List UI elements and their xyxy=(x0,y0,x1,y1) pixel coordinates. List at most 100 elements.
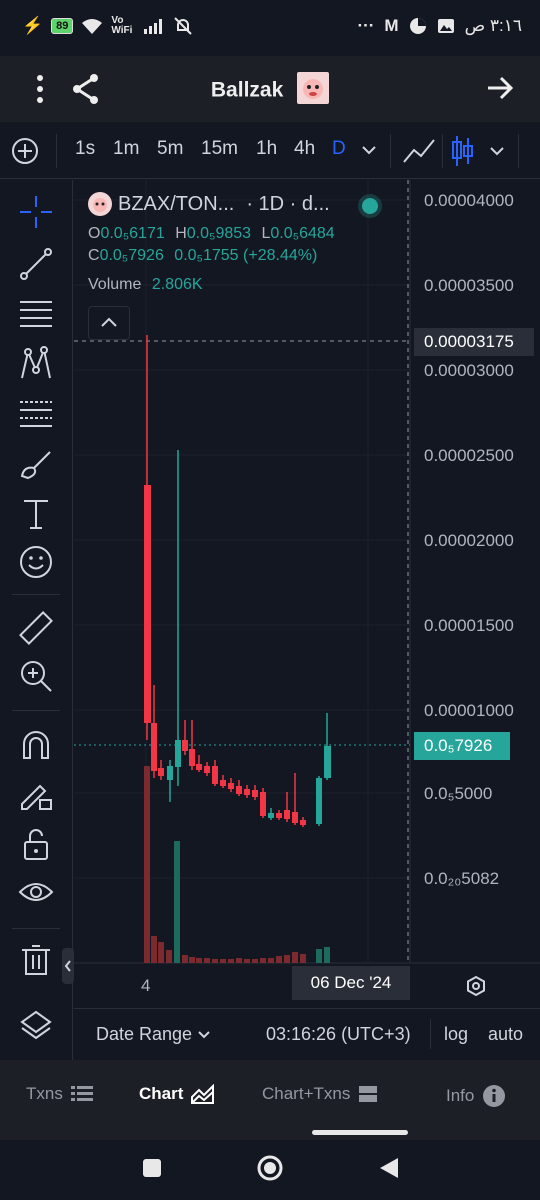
volume-bar xyxy=(182,955,188,963)
log-toggle[interactable]: log xyxy=(444,1024,468,1045)
lock-drawing-icon[interactable] xyxy=(18,776,54,812)
chart-settings-icon[interactable] xyxy=(464,974,488,998)
gesture-handle xyxy=(312,1130,408,1135)
forward-arrow-icon[interactable] xyxy=(486,76,514,100)
brush-icon[interactable] xyxy=(18,446,54,482)
chevron-down-icon[interactable] xyxy=(361,144,377,156)
candle xyxy=(252,790,258,797)
volume-bar xyxy=(204,958,210,963)
candle xyxy=(175,740,181,767)
trash-icon[interactable] xyxy=(18,942,54,978)
status-bar: ⚡ 89 Vo WiFi ··· M ٣:١٦ ص xyxy=(0,0,540,56)
list-icon xyxy=(70,1086,93,1101)
vowifi-label: Vo WiFi xyxy=(111,15,133,36)
chart-area[interactable]: BZAX/TON... · 1D · d... O0.0₅6171 H0.0₅9… xyxy=(74,180,540,1060)
photos-icon xyxy=(437,19,454,33)
trend-line-icon[interactable] xyxy=(18,246,54,282)
crosshair-icon[interactable] xyxy=(18,194,54,230)
zoom-in-icon[interactable] xyxy=(18,658,54,694)
price-tick: 0.0₂₀5082 xyxy=(424,869,500,888)
pattern-icon[interactable] xyxy=(18,346,54,382)
candle xyxy=(151,723,157,771)
emoji-icon[interactable] xyxy=(18,544,54,580)
home-icon[interactable] xyxy=(256,1154,284,1182)
chevron-up-icon xyxy=(101,317,117,327)
timeframe-1m[interactable]: 1m xyxy=(113,138,139,160)
toolbar-collapse-handle[interactable] xyxy=(62,948,74,984)
candle xyxy=(260,792,266,816)
volume-bar xyxy=(151,936,157,963)
candle xyxy=(244,789,250,795)
text-tool-icon[interactable] xyxy=(18,496,54,532)
timeframe-1h[interactable]: 1h xyxy=(256,138,277,160)
market-status-dot xyxy=(362,198,378,214)
candle xyxy=(268,813,274,818)
tab-info-label: Info xyxy=(446,1086,475,1105)
chart-clock: 03:16:26 (UTC+3) xyxy=(266,1024,411,1044)
recents-icon[interactable] xyxy=(142,1158,162,1178)
symbol-legend[interactable]: BZAX/TON... · 1D · d... xyxy=(88,192,330,216)
ohlc-row-2: C0.0₅7926 0.0₅1755 (+28.44%) xyxy=(88,247,317,265)
more-notifications-icon: ··· xyxy=(357,16,375,35)
volume-label: Volume xyxy=(88,276,142,293)
tab-txns-label: Txns xyxy=(26,1084,63,1103)
add-symbol-icon[interactable] xyxy=(11,137,39,165)
back-icon[interactable] xyxy=(378,1156,400,1180)
divider xyxy=(390,134,391,168)
candle xyxy=(316,778,322,824)
tab-chart-label: Chart xyxy=(139,1084,184,1103)
candle xyxy=(236,786,242,794)
candle xyxy=(167,766,173,780)
candle xyxy=(228,783,234,789)
unlock-icon[interactable] xyxy=(18,826,54,862)
chart-footer: Date Range 03:16:26 (UTC+3) log auto xyxy=(74,1008,540,1061)
crosshair-date-label: 06 Dec '24 xyxy=(292,966,410,1000)
open-label: O xyxy=(88,225,101,242)
volume-bar xyxy=(316,949,322,963)
timeframe-15m[interactable]: 15m xyxy=(201,138,238,160)
app-header: Ballzak xyxy=(0,56,540,122)
price-tick: 0.00004000 xyxy=(424,191,514,210)
eye-icon[interactable] xyxy=(18,874,54,910)
token-avatar xyxy=(88,192,112,216)
candlestick-icon[interactable] xyxy=(450,134,474,168)
ruler-icon[interactable] xyxy=(18,610,54,646)
parallel-lines-icon[interactable] xyxy=(18,296,54,332)
magnet-icon[interactable] xyxy=(18,728,54,764)
pie-icon xyxy=(409,18,426,34)
tab-chart[interactable]: Chart xyxy=(139,1084,215,1104)
candle xyxy=(300,820,306,825)
charging-icon: ⚡ xyxy=(22,16,44,35)
change-value: 0.0₅1755 (+28.44%) xyxy=(174,247,318,264)
volume-legend: Volume 2.806K xyxy=(88,276,203,294)
volume-bar xyxy=(244,959,250,963)
high-label: H xyxy=(175,225,187,242)
toolbar-divider xyxy=(12,594,60,595)
wifi-icon xyxy=(82,19,103,34)
volume-bar xyxy=(324,947,330,963)
date-range-button[interactable]: Date Range xyxy=(96,1024,211,1045)
fib-retracement-icon[interactable] xyxy=(18,396,54,432)
info-icon xyxy=(483,1085,506,1107)
divider xyxy=(430,1019,431,1049)
tab-txns[interactable]: Txns xyxy=(26,1084,93,1104)
timeframe-1s[interactable]: 1s xyxy=(75,138,95,160)
volume-bar xyxy=(268,958,274,963)
timeframe-d[interactable]: D xyxy=(332,138,346,160)
auto-scale-toggle[interactable]: auto xyxy=(488,1024,523,1045)
timeframe-5m[interactable]: 5m xyxy=(157,138,183,160)
collapse-legend-button[interactable] xyxy=(88,306,130,340)
line-chart-icon[interactable] xyxy=(402,136,436,166)
split-view-icon xyxy=(359,1086,378,1102)
ohlc-row-1: O0.0₅6171 H0.0₅9853 L0.0₅6484 xyxy=(88,225,335,243)
gmail-icon: M xyxy=(384,16,399,35)
tab-info[interactable]: Info xyxy=(446,1084,506,1108)
signal-icon xyxy=(144,19,163,34)
tab-chart-txns[interactable]: Chart+Txns xyxy=(262,1084,378,1104)
last-price-label: 0.0₅7926 xyxy=(414,732,510,760)
timeframe-4h[interactable]: 4h xyxy=(294,138,315,160)
crosshair-price-label: 0.00003175 xyxy=(414,328,534,356)
layers-icon[interactable] xyxy=(18,1008,54,1044)
candle xyxy=(220,780,226,786)
chevron-down-icon[interactable] xyxy=(489,145,505,157)
